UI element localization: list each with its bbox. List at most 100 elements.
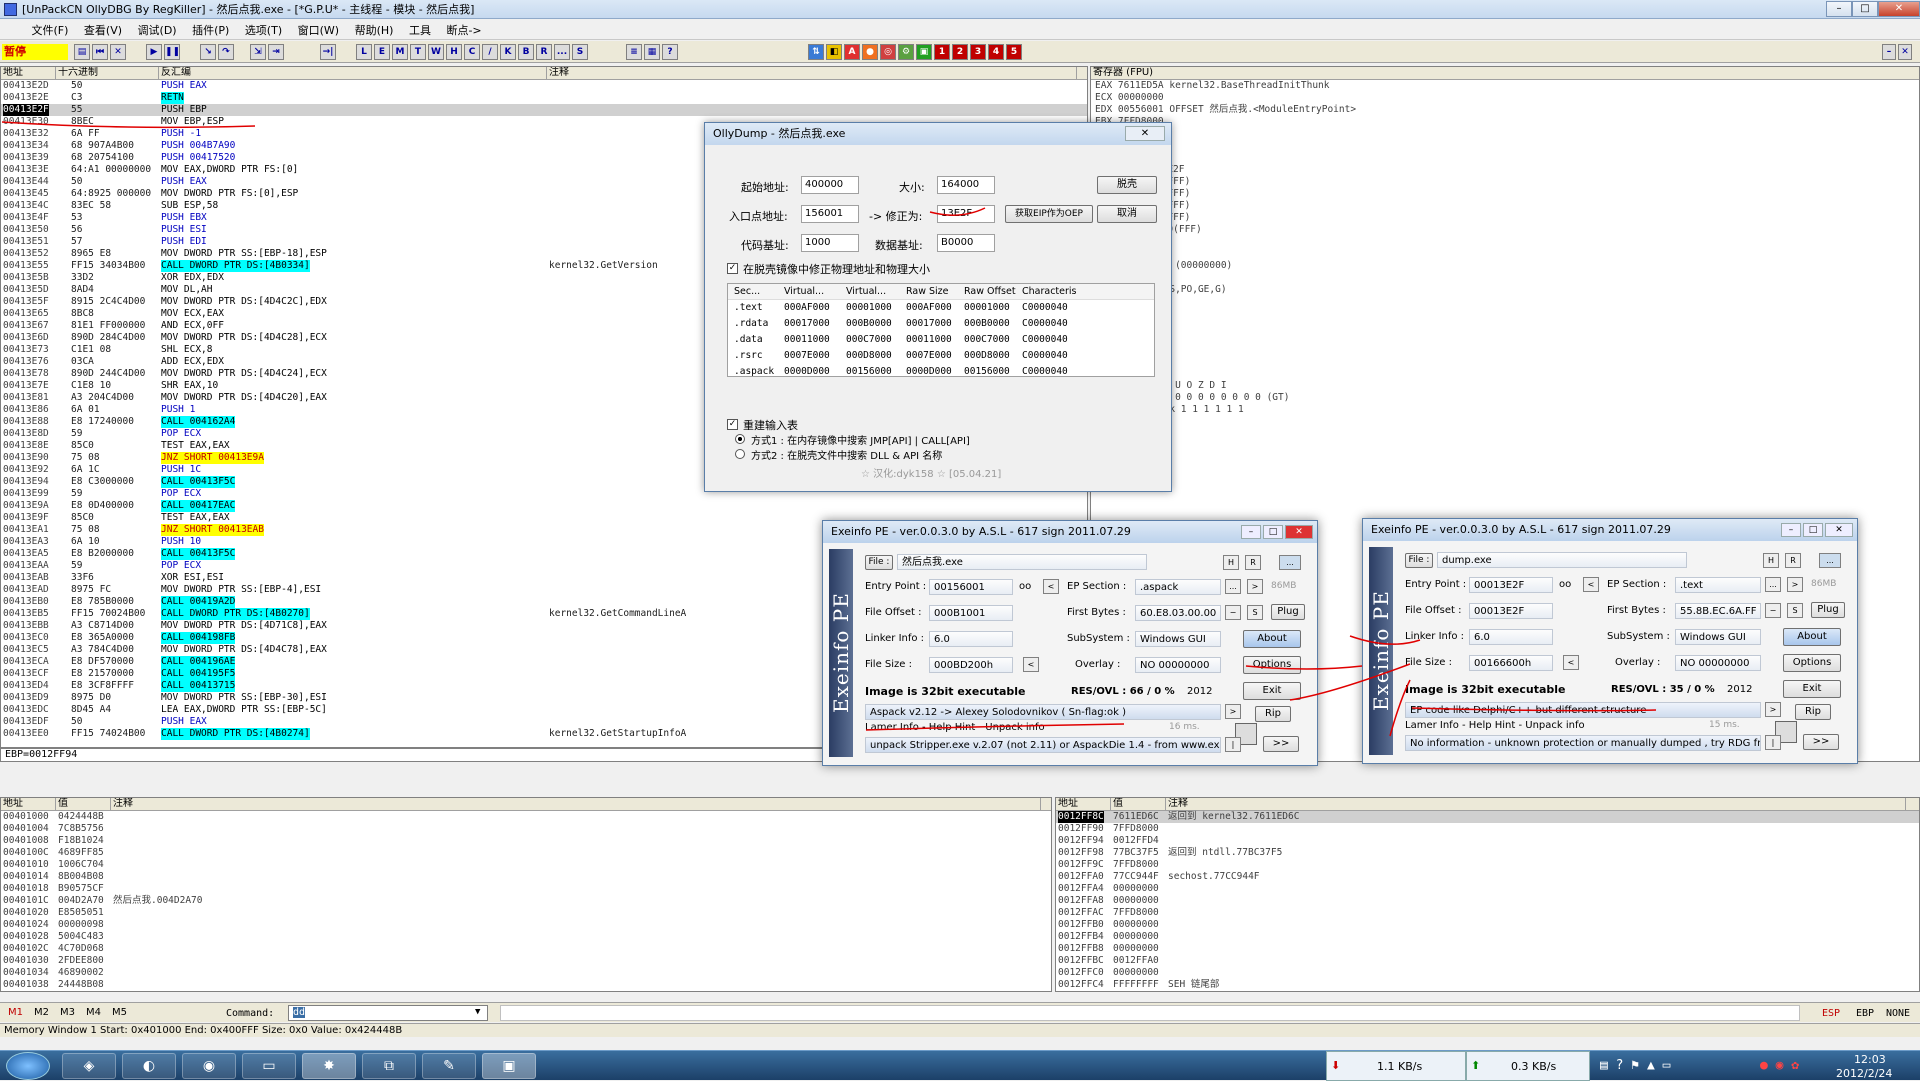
dump-row[interactable]: 00401020 E8505051: [1, 907, 1051, 919]
dump-row[interactable]: 00401000 0424448B: [1, 811, 1051, 823]
register-line[interactable]: c NEAR,53 Mask 1 1 1 1 1 1: [1095, 404, 1919, 416]
menu-file[interactable]: 文件(F): [26, 19, 75, 41]
section-next-icon[interactable]: >: [1787, 577, 1803, 592]
command-dropdown-icon[interactable]: ▼: [475, 1007, 480, 1017]
chrome-icon[interactable]: ◉: [182, 1053, 236, 1079]
stack-row[interactable]: 0012FF8C 7611ED6C 返回到 kernel32.7611ED6C: [1056, 811, 1919, 823]
tray-icons[interactable]: ▤ ? ⚑ ▲ ▭: [1600, 1058, 1670, 1073]
s-button[interactable]: S: [1247, 605, 1263, 620]
clock-time[interactable]: 12:03: [1854, 1053, 1886, 1066]
register-line[interactable]: EBX 7FFD8000: [1095, 116, 1919, 128]
plugin-icon-10[interactable]: 3: [970, 44, 986, 60]
fix-raw-checkbox[interactable]: ✓: [727, 263, 738, 274]
menu-window[interactable]: 窗口(W): [292, 19, 345, 41]
dump-row[interactable]: 00401034 46890002: [1, 967, 1051, 979]
col-hex[interactable]: 十六进制: [56, 67, 159, 80]
register-line[interactable]: 然后点我.00413E2F: [1095, 164, 1919, 176]
register-line[interactable]: EDX 00556001 OFFSET 然后点我.<ModuleEntryPoi…: [1095, 104, 1919, 116]
register-line[interactable]: 32 位 0(FFFFFFFF): [1095, 176, 1919, 188]
dump-button[interactable]: 脱壳: [1097, 176, 1157, 194]
exeinfo-icon[interactable]: ▣: [482, 1053, 536, 1079]
menu-breakpoints[interactable]: 断点->: [440, 19, 487, 41]
stack-row[interactable]: 0012FFC0 00000000: [1056, 967, 1919, 979]
subsystem-field[interactable]: Windows GUI: [1675, 629, 1761, 645]
tab-m1[interactable]: M1: [8, 1007, 23, 1018]
file-size-nav-icon[interactable]: <: [1023, 657, 1039, 672]
plugin-icon-9[interactable]: 2: [952, 44, 968, 60]
stack-pane[interactable]: 地址 值 注释 0012FF8C 7611ED6C 返回到 kernel32.761…: [1055, 797, 1920, 992]
ollydump-close-icon[interactable]: ✕: [1125, 126, 1165, 141]
grid-icon[interactable]: ▦: [644, 44, 660, 60]
entry-point-field[interactable]: 156001: [801, 205, 859, 223]
register-line[interactable]: [1095, 248, 1919, 260]
stack-row[interactable]: 0012FF98 77BC37F5 返回到 ntdll.77BC37F5: [1056, 847, 1919, 859]
stack-row[interactable]: 0012FFB4 00000000: [1056, 931, 1919, 943]
exeinfo-close-icon[interactable]: ✕: [1285, 525, 1313, 539]
toolbar-letter-w[interactable]: W: [428, 44, 444, 60]
minimize-button[interactable]: –: [1826, 1, 1852, 17]
section-row[interactable]: .rsrc 0007E000 000D8000 0007E000 000D8000 C00…: [728, 348, 1154, 364]
ep-section-field[interactable]: .text: [1675, 577, 1761, 593]
register-line[interactable]: d 0 0 0 0 Err 0 0 0 0 0 0 0 0 (GT): [1095, 392, 1919, 404]
toolbar-letter-b[interactable]: B: [518, 44, 534, 60]
disasm-row[interactable]: 00413E2E C3 RETN: [1, 92, 1087, 104]
rip-button[interactable]: Rip: [1795, 704, 1831, 720]
stack-row[interactable]: 0012FFA8 00000000: [1056, 895, 1919, 907]
register-line[interactable]: EAX 7611ED5A kernel32.BaseThreadInitThun…: [1095, 80, 1919, 92]
explorer-icon[interactable]: ▭: [242, 1053, 296, 1079]
step-over-icon[interactable]: ↷: [218, 44, 234, 60]
close-button[interactable]: ✕: [1878, 1, 1920, 17]
bytes-prev-icon[interactable]: −: [1225, 605, 1241, 620]
toolbar-letter-s[interactable]: S: [572, 44, 588, 60]
plugin-icon-1[interactable]: ⇅: [808, 44, 824, 60]
col-comment[interactable]: 注释: [547, 67, 1077, 80]
col-address[interactable]: 地址: [1, 67, 56, 80]
plugin-icon-8[interactable]: 1: [934, 44, 950, 60]
plugin-icon-6[interactable]: ⚙: [898, 44, 914, 60]
dump-row[interactable]: 00401028 5004C483: [1, 931, 1051, 943]
open-icon[interactable]: ▤: [74, 44, 90, 60]
dump-row[interactable]: 00401038 24448B08: [1, 979, 1051, 991]
plugin-icon-12[interactable]: 5: [1006, 44, 1022, 60]
section-column-header[interactable]: Raw Offset: [964, 284, 1016, 300]
register-line[interactable]: NULL: [1095, 236, 1919, 248]
close-debug-icon[interactable]: ✕: [110, 44, 126, 60]
exeinfo-minimize-icon[interactable]: –: [1241, 525, 1261, 539]
section-next-icon[interactable]: >: [1247, 579, 1263, 594]
plugin-icon-2[interactable]: ◧: [826, 44, 842, 60]
toolbar-letter-t[interactable]: T: [410, 44, 426, 60]
register-line[interactable]: [1095, 332, 1919, 344]
register-line[interactable]: [1095, 356, 1919, 368]
toolbar-letter-m[interactable]: M: [392, 44, 408, 60]
detect-next-icon[interactable]: >: [1765, 702, 1781, 717]
oo-label[interactable]: oo: [1559, 579, 1571, 590]
register-line[interactable]: [1095, 272, 1919, 284]
register-line[interactable]: 3 2 1 0 E S P U O Z D I: [1095, 380, 1919, 392]
flag-none[interactable]: NONE: [1886, 1008, 1910, 1019]
detect-next-icon[interactable]: >: [1225, 704, 1241, 719]
section-more-button[interactable]: ...: [1765, 577, 1781, 592]
h-button[interactable]: H: [1763, 553, 1779, 568]
hint-nav-icon[interactable]: |: [1765, 735, 1781, 750]
toolbar-letter-l[interactable]: L: [356, 44, 372, 60]
register-line[interactable]: [1095, 296, 1919, 308]
mdi-close-icon[interactable]: ✕: [1898, 44, 1912, 60]
exit-button[interactable]: Exit: [1243, 682, 1301, 700]
flag-ebp[interactable]: EBP: [1856, 1008, 1874, 1019]
taskbar-app-6-icon[interactable]: ⧉: [362, 1053, 416, 1079]
taskbar-app-2-icon[interactable]: ◐: [122, 1053, 176, 1079]
exit-button[interactable]: Exit: [1783, 680, 1841, 698]
stack-row[interactable]: 0012FFA0 77CC944F sechost.77CC944F: [1056, 871, 1919, 883]
disasm-row[interactable]: 00413E2F 55 PUSH EBP: [1, 104, 1087, 116]
toolbar-letter-dots[interactable]: ...: [554, 44, 570, 60]
overlay-field[interactable]: NO 00000000: [1135, 657, 1221, 673]
mdi-minimize-icon[interactable]: –: [1882, 44, 1896, 60]
register-line[interactable]: ERROR_SUCCESS (00000000): [1095, 260, 1919, 272]
stack-row[interactable]: 0012FFBC 0012FFA0: [1056, 955, 1919, 967]
trace-over-icon[interactable]: ⇥: [268, 44, 284, 60]
menu-debug[interactable]: 调试(D): [132, 19, 183, 41]
options-button[interactable]: Options: [1243, 656, 1301, 674]
disasm-row[interactable]: 00413E9A E8 0D400000 CALL 00417EAC: [1, 500, 1087, 512]
file-button[interactable]: File :: [865, 555, 893, 570]
dump-row[interactable]: 00401024 00000098: [1, 919, 1051, 931]
